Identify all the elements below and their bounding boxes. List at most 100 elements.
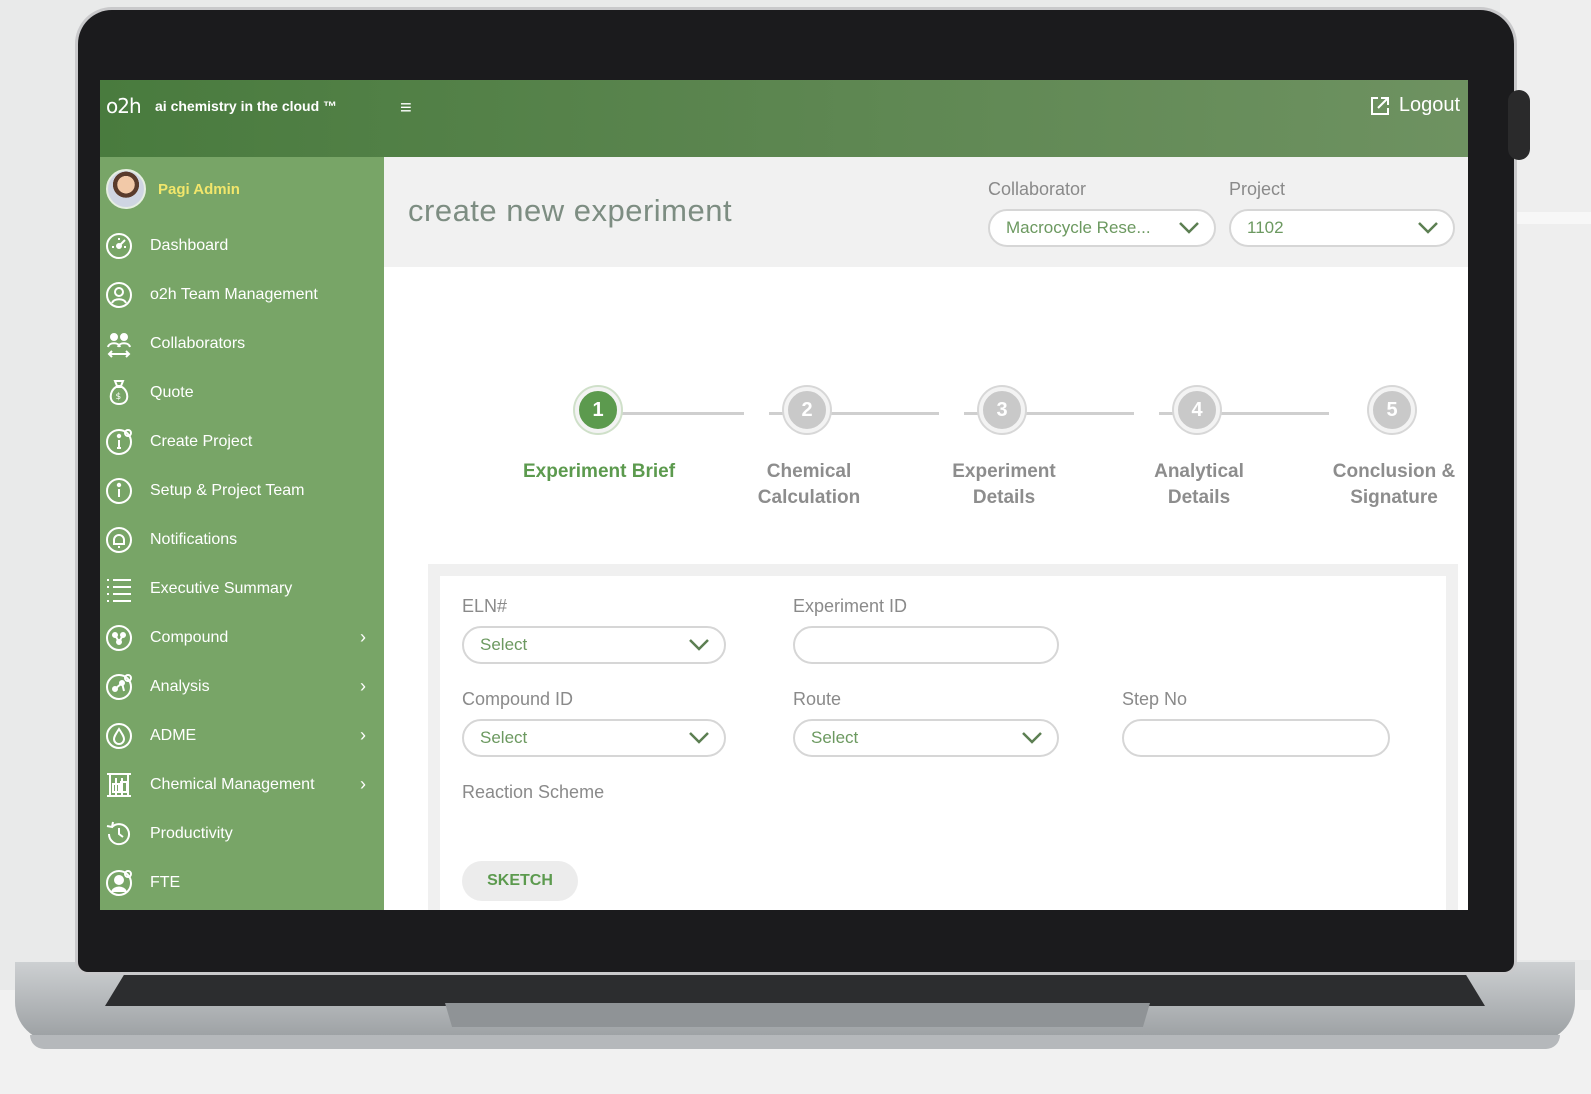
sidebar-item-chemical-management[interactable]: Chemical Management › [100,760,384,809]
app-window: o2h ai chemistry in the cloud ™ ≡ Logout… [100,80,1468,910]
sidebar-item-dashboard[interactable]: Dashboard [100,221,384,270]
sidebar-item-adme[interactable]: ADME › [100,711,384,760]
sidebar-item-analysis[interactable]: Analysis › [100,662,384,711]
brand-tagline: ai chemistry in the cloud ™ [155,98,338,114]
compound-id-label: Compound ID [462,689,574,709]
route-value: Select [811,728,859,747]
step-5-label[interactable]: Conclusion & Signature [1309,459,1468,511]
sidebar-item-label: FTE [150,873,181,891]
experiment-stepper: 1 2 3 4 5 Experiment Brief Chemical Calc… [444,387,1455,527]
dashboard-icon [104,231,134,261]
sidebar-item-label: Notifications [150,530,238,548]
eln-label: ELN# [462,596,508,616]
step-1-indicator[interactable]: 1 [575,387,621,433]
sidebar: Pagi Admin Dashboard o2h Team Management… [100,157,384,910]
step-3-label[interactable]: Experiment Details [919,459,1089,511]
chevron-right-icon: › [360,725,366,745]
sidebar-item-fte[interactable]: FTE [100,858,384,907]
step-label-line: Signature [1350,487,1438,508]
compound-id-select[interactable]: Select [462,719,726,757]
laptop-touchpad [445,1003,1150,1027]
laptop-base-edge [30,1035,1560,1049]
sidebar-item-label: Collaborators [150,334,246,352]
step-5-indicator[interactable]: 5 [1369,387,1415,433]
experiment-id-input[interactable] [793,626,1059,664]
collaborator-select[interactable]: Macrocycle Rese... [988,209,1216,247]
sidebar-item-setup-project-team[interactable]: Setup & Project Team [100,466,384,515]
chevron-down-icon [1022,732,1042,744]
page-header: create new experiment Collaborator Macro… [384,157,1468,267]
user-profile[interactable]: Pagi Admin [106,169,240,209]
sidebar-item-productivity[interactable]: Productivity [100,809,384,858]
eln-select[interactable]: Select [462,626,726,664]
sidebar-item-label: Quote [150,383,194,401]
sidebar-item-executive-summary[interactable]: Executive Summary [100,564,384,613]
step-label-line: Experiment [952,461,1056,482]
experiment-id-label: Experiment ID [793,596,908,616]
step-2-label[interactable]: Chemical Calculation [724,459,894,511]
sidebar-nav: Dashboard o2h Team Management Collaborat… [100,221,384,907]
chevron-right-icon: › [360,627,366,647]
sidebar-item-team-management[interactable]: o2h Team Management [100,270,384,319]
project-select[interactable]: 1102 [1229,209,1455,247]
step-label-line: Details [972,487,1036,508]
background-object [1508,90,1530,160]
logout-label: Logout [1398,94,1460,116]
sidebar-item-label: Chemical Management [150,775,315,793]
sidebar-item-create-project[interactable]: Create Project [100,417,384,466]
team-icon [104,280,134,310]
chevron-down-icon [689,732,709,744]
eln-value: Select [480,635,528,654]
page-title: create new experiment [408,193,733,228]
sidebar-item-quote[interactable]: $ Quote [100,368,384,417]
step-label-line: Conclusion & [1332,461,1456,482]
laptop-keyboard [105,972,1485,1006]
step-no-input[interactable] [1122,719,1390,757]
sidebar-item-label: Compound [150,628,229,646]
step-3-indicator[interactable]: 3 [979,387,1025,433]
collaborators-icon [104,329,134,359]
bell-icon [104,525,134,555]
experiment-brief-form: ELN# Select Experiment ID Compound ID Se… [428,564,1458,910]
history-icon [104,819,134,849]
step-label-line: Experiment Brief [522,461,676,482]
sidebar-item-label: Executive Summary [150,579,293,597]
sidebar-item-label: ADME [150,726,197,744]
sidebar-item-label: Setup & Project Team [150,481,305,499]
sidebar-item-label: o2h Team Management [150,285,318,303]
form-panel: ELN# Select Experiment ID Compound ID Se… [440,576,1446,910]
user-name: Pagi Admin [158,180,240,198]
sidebar-item-collaborators[interactable]: Collaborators [100,319,384,368]
step-4-label[interactable]: Analytical Details [1114,459,1284,511]
sidebar-item-label: Productivity [150,824,233,842]
project-label: Project [1229,179,1286,199]
step-label-line: Chemical [766,461,852,482]
step-label-line: Calculation [757,487,861,508]
chevron-right-icon: › [360,774,366,794]
main-content: create new experiment Collaborator Macro… [384,157,1468,910]
project-value: 1102 [1247,218,1284,237]
sketch-button[interactable]: SKETCH [462,861,578,901]
collaborator-value: Macrocycle Rese... [1006,218,1151,237]
step-1-label[interactable]: Experiment Brief [514,459,684,485]
logout-button[interactable]: Logout [1369,94,1460,117]
brand-logo: o2h [106,94,142,118]
avatar [106,169,146,209]
sidebar-item-compound[interactable]: Compound › [100,613,384,662]
chevron-down-icon [689,639,709,651]
sidebar-item-notifications[interactable]: Notifications [100,515,384,564]
step-2-indicator[interactable]: 2 [784,387,830,433]
analysis-icon [104,672,134,702]
compound-icon [104,623,134,653]
step-no-label: Step No [1122,689,1188,709]
reaction-scheme-label: Reaction Scheme [462,782,605,802]
collaborator-label: Collaborator [988,179,1087,199]
hamburger-menu-icon[interactable]: ≡ [400,97,412,120]
chevron-right-icon: › [360,676,366,696]
step-4-indicator[interactable]: 4 [1174,387,1220,433]
step-label-line: Analytical [1154,461,1244,482]
sidebar-item-label: Create Project [150,432,253,450]
external-link-icon [1370,96,1389,115]
route-select[interactable]: Select [793,719,1059,757]
chevron-down-icon [1179,222,1199,234]
